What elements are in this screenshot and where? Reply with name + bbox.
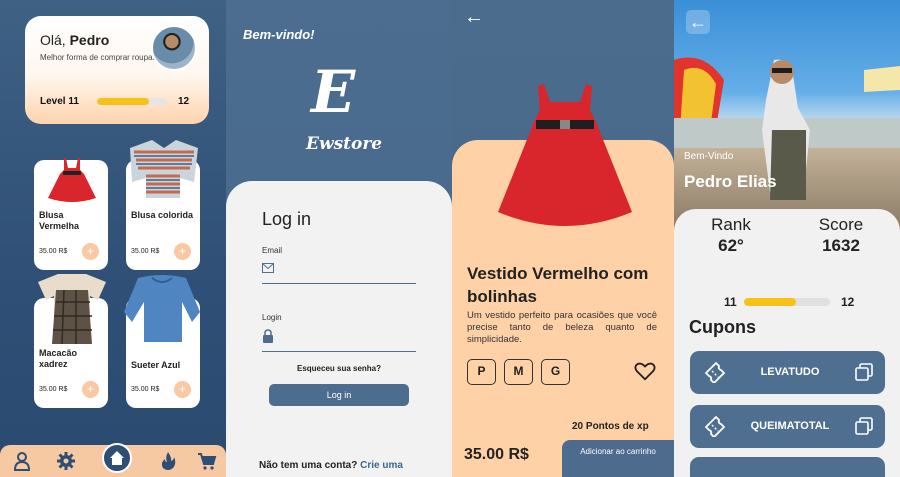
welcome-text: Bem-vindo! xyxy=(243,27,315,42)
fire-icon[interactable] xyxy=(158,451,178,471)
user-name: Pedro Elias xyxy=(684,172,777,191)
profile-screen: ← Bem-Vindo Pedro Elias Rank 62° Score 1… xyxy=(674,0,900,477)
product-screen: ← Vestido Vermelho com bolinhas Um vesti… xyxy=(452,0,674,477)
product-description: Um vestido perfeito para ocasiões que vo… xyxy=(467,310,657,345)
product-card-macacao-xadrez[interactable]: Macacão xadrez 35.00 R$ + xyxy=(34,274,108,408)
background-photo xyxy=(674,57,900,200)
home-button[interactable] xyxy=(102,443,132,473)
level-current: 11 xyxy=(724,295,737,309)
login-label: Login xyxy=(262,313,282,322)
blue-sweater-image xyxy=(124,275,200,342)
back-arrow-icon[interactable]: ← xyxy=(464,6,484,29)
product-name: Blusa Vermelha xyxy=(39,210,80,231)
password-field[interactable] xyxy=(262,351,416,352)
forgot-password-link[interactable]: Esqueceu sua senha? xyxy=(226,364,452,373)
login-form: Log in Email Login Esqueceu sua senha? L… xyxy=(226,181,452,477)
add-to-cart-button[interactable]: + xyxy=(82,243,99,260)
profile-photo: ← Bem-Vindo Pedro Elias xyxy=(674,0,900,230)
add-to-cart-button[interactable]: + xyxy=(174,381,191,398)
coupons-title: Cupons xyxy=(689,317,756,337)
email-field[interactable] xyxy=(262,283,416,284)
coupon-queimatotal[interactable]: QUEIMATOTAL xyxy=(690,405,885,448)
red-dress-image xyxy=(48,158,96,202)
coupon-code: QUEIMATOTAL xyxy=(750,420,830,432)
signup-link[interactable]: Crie uma xyxy=(360,460,403,471)
product-name: Sueter Azul xyxy=(131,360,181,370)
welcome-text: Bem-Vindo xyxy=(684,151,734,162)
red-dress-image xyxy=(498,84,632,226)
user-icon[interactable] xyxy=(12,451,32,471)
size-button-g[interactable]: G xyxy=(541,359,570,385)
bottom-nav xyxy=(0,443,226,477)
level-label: Level 11 xyxy=(40,96,79,107)
level-next: 12 xyxy=(178,96,190,107)
login-button[interactable]: Log in xyxy=(269,384,409,406)
signup-text: Não tem uma conta? xyxy=(259,460,358,471)
score-label: Score xyxy=(818,215,864,234)
score-value: 1632 xyxy=(822,236,860,255)
level-progress-fill xyxy=(744,298,796,306)
greeting-subtitle: Melhor forma de comprar roupas xyxy=(40,53,157,62)
plaid-overall-image xyxy=(38,274,106,345)
gear-icon[interactable] xyxy=(56,451,76,471)
level-progress-bar xyxy=(97,98,167,105)
email-label: Email xyxy=(262,246,283,255)
product-price: 35.00 R$ xyxy=(464,446,529,463)
mail-icon xyxy=(262,263,274,273)
avatar[interactable] xyxy=(151,25,197,71)
level-next: 12 xyxy=(841,295,855,309)
login-screen: Bem-vindo! E Ewstore Log in Email Login … xyxy=(226,0,452,477)
rank-label: Rank xyxy=(711,215,751,234)
coupon-levatudo[interactable]: LEVATUDO xyxy=(690,351,885,394)
xp-points: 20 Pontos de xp xyxy=(572,421,649,432)
home-screen: Olá, Pedro Melhor forma de comprar roupa… xyxy=(0,0,226,477)
striped-shirt-image xyxy=(130,140,198,198)
product-price: 35.00 R$ xyxy=(39,248,68,255)
cart-icon[interactable] xyxy=(197,451,217,471)
copy-icon[interactable] xyxy=(855,417,873,435)
coupon-partial[interactable] xyxy=(690,457,885,477)
add-to-cart-button[interactable]: + xyxy=(82,381,99,398)
size-button-m[interactable]: M xyxy=(504,359,533,385)
product-price: 35.00 R$ xyxy=(131,248,160,255)
ticket-icon xyxy=(704,361,726,383)
logo-name: Ewstore xyxy=(306,134,383,154)
level-progress-fill xyxy=(97,98,149,105)
product-card-blusa-vermelha[interactable]: Blusa Vermelha 35.00 R$ + xyxy=(34,158,108,270)
lock-icon xyxy=(263,329,273,343)
home-icon xyxy=(110,451,124,465)
signup-prompt: Não tem uma conta? Crie uma xyxy=(259,460,403,471)
stats-card: Rank 62° Score 1632 11 12 Cupons LEVATUD… xyxy=(674,209,900,477)
heart-icon[interactable] xyxy=(634,360,656,382)
add-to-cart-button[interactable]: + xyxy=(174,243,191,260)
level-progress-bar xyxy=(744,298,830,306)
product-name: Blusa colorida xyxy=(131,210,194,220)
product-card-sueter-azul[interactable]: Sueter Azul 35.00 R$ + xyxy=(124,275,200,408)
product-card-blusa-colorida[interactable]: Blusa colorida 35.00 R$ + xyxy=(126,140,200,270)
copy-icon[interactable] xyxy=(855,363,873,381)
rank-value: 62° xyxy=(718,236,744,255)
product-title: Vestido Vermelho com bolinhas xyxy=(467,264,649,306)
login-title: Log in xyxy=(262,209,312,229)
logo-letter: E xyxy=(311,58,356,126)
product-price: 35.00 R$ xyxy=(131,386,160,393)
add-to-cart-button[interactable]: Adicionar ao carrinho xyxy=(562,440,674,477)
coupon-code: LEVATUDO xyxy=(760,366,820,378)
greeting-title: Olá, Pedro xyxy=(40,32,110,48)
product-name: Macacão xadrez xyxy=(39,348,78,369)
ticket-icon xyxy=(704,415,726,437)
size-button-p[interactable]: P xyxy=(467,359,496,385)
product-price: 35.00 R$ xyxy=(39,386,68,393)
back-arrow-icon[interactable]: ← xyxy=(686,10,710,34)
greeting-card: Olá, Pedro Melhor forma de comprar roupa… xyxy=(25,16,209,124)
